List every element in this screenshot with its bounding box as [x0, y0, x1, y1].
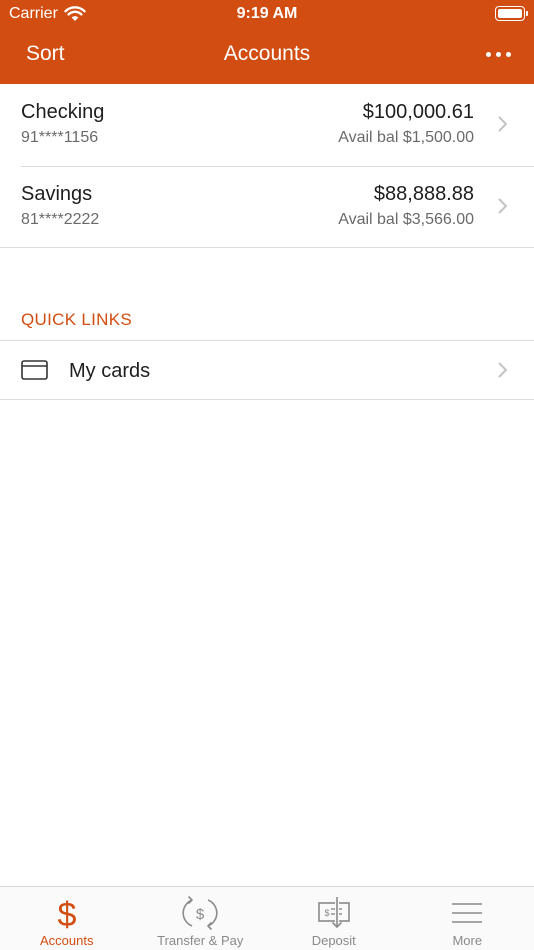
check-deposit-icon: $	[317, 897, 350, 929]
tab-label: Deposit	[311, 933, 356, 948]
chevron-right-icon	[498, 116, 507, 132]
tab-more[interactable]: More	[401, 887, 534, 950]
tab-accounts[interactable]: $ Accounts	[0, 887, 134, 950]
tab-bar: $ Accounts $ Transfer & Pay $ Deposit Mo…	[0, 886, 534, 950]
account-balance: $88,888.88	[373, 183, 474, 205]
account-number: 81****2222	[21, 211, 100, 228]
status-time: 9:19 AM	[236, 5, 298, 22]
account-row-savings[interactable]: Savings 81****2222 $88,888.88 Avail bal …	[0, 166, 534, 248]
battery-icon	[495, 6, 528, 21]
available-balance: Avail bal $1,500.00	[338, 129, 474, 146]
account-number: 91****1156	[21, 129, 99, 146]
account-balance: $100,000.61	[362, 101, 474, 123]
status-bar: Carrier 9:19 AM	[0, 0, 534, 28]
tab-deposit[interactable]: $ Deposit	[267, 887, 401, 950]
hamburger-icon	[452, 903, 483, 923]
accounts-list: Checking 91****1156 $100,000.61 Avail ba…	[0, 84, 534, 248]
svg-text:$: $	[57, 896, 76, 931]
account-name: Savings	[21, 183, 93, 205]
account-row-checking[interactable]: Checking 91****1156 $100,000.61 Avail ba…	[0, 84, 534, 167]
app-screen: Carrier 9:19 AM Sort Accounts Checking 9…	[0, 0, 534, 950]
quick-link-my-cards[interactable]: My cards	[0, 341, 534, 399]
quick-links-header: QUICK LINKS	[21, 310, 132, 329]
ellipsis-icon	[505, 51, 511, 57]
chevron-right-icon	[498, 362, 507, 378]
dollar-icon: $	[57, 896, 76, 931]
svg-text:$: $	[324, 908, 329, 918]
quick-links-list: My cards	[0, 340, 534, 400]
quick-link-label: My cards	[69, 360, 151, 382]
header: Carrier 9:19 AM Sort Accounts	[0, 0, 534, 84]
tab-label: Accounts	[40, 933, 94, 948]
navigation-bar: Sort Accounts	[0, 28, 534, 84]
account-name: Checking	[21, 101, 105, 123]
tab-label: Transfer & Pay	[157, 933, 244, 948]
transfer-icon: $	[182, 896, 218, 930]
tab-label: More	[452, 933, 483, 948]
chevron-right-icon	[498, 198, 507, 214]
available-balance: Avail bal $3,566.00	[338, 211, 474, 228]
credit-card-icon	[21, 360, 48, 380]
more-options-button[interactable]	[484, 44, 512, 64]
ellipsis-icon	[495, 51, 501, 57]
ellipsis-icon	[485, 51, 491, 57]
tab-transfer-pay[interactable]: $ Transfer & Pay	[134, 887, 268, 950]
svg-text:$: $	[196, 906, 205, 923]
page-title: Accounts	[223, 42, 311, 65]
